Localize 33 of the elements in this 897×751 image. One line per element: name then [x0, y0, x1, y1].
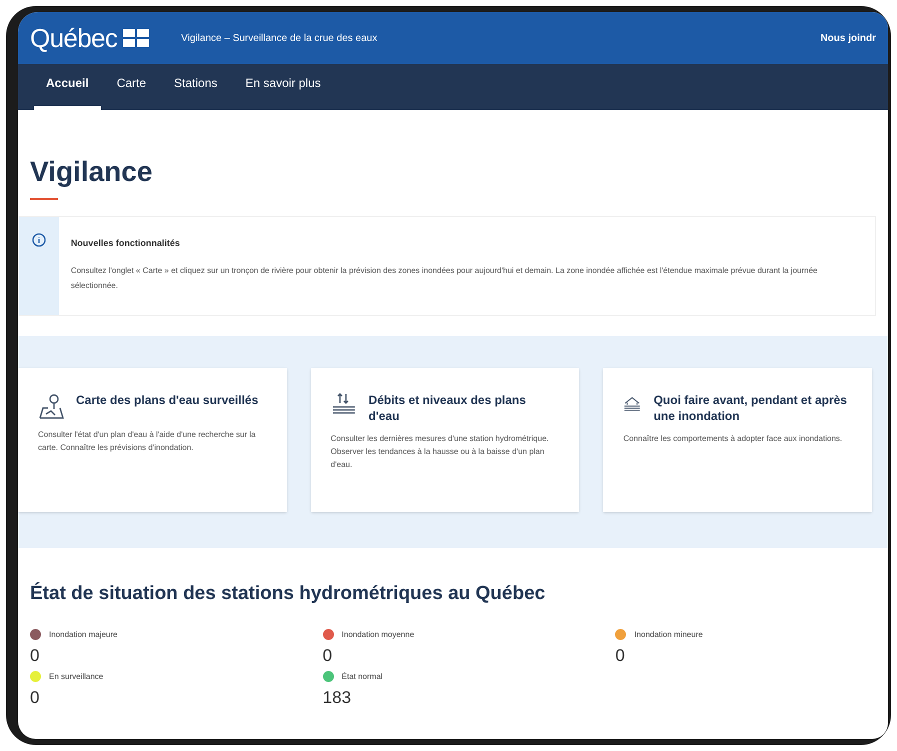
quebec-logo[interactable]: Québec — [30, 18, 118, 58]
status-label: Inondation majeure — [49, 628, 118, 640]
nav-tab[interactable]: Carte — [104, 66, 158, 110]
notice-title: Nouvelles fonctionnalités — [70, 237, 181, 250]
notice-text: Consultez l'onglet « Carte » et cliquez sur un tronçon de rivière pour obtenir la prévision des zones inondées pour aujourd'hui et demain. La zone inondée affichée est l'étendue maximale prévue durant la journée sélectionnée. — [70, 264, 818, 292]
card-title: Quoi faire avant, pendant et après une inondation — [654, 392, 848, 424]
card-text: Consulter les dernières mesures d'une station hydrométrique. Observer les tendances à la hausse ou à la baisse d'un plan d'eau. — [330, 433, 550, 471]
card-title: Débits et niveaux des plans d'eau — [368, 392, 527, 424]
nav-tab[interactable]: En savoir plus — [233, 66, 333, 110]
page-title: Vigilance — [30, 158, 154, 186]
status-label: État normal — [342, 670, 383, 682]
status-count: 183 — [322, 686, 352, 708]
link-card[interactable]: Débits et niveaux des plans d'eau Consulter les dernières mesures d'une station hydrométrique. Observer les tendances à la hausse ou à la baisse d'un plan d'eau. — [310, 368, 580, 512]
info-icon — [32, 233, 46, 247]
link-card[interactable]: Carte des plans d'eau surveillés Consulter l'état d'un plan d'eau à l'aide d'une recherche sur la carte. Connaître les prévisions d'inondation. — [18, 368, 287, 512]
status-count: 0 — [30, 644, 40, 666]
card-text: Connaître les comportements à adopter face aux inondations. — [623, 433, 844, 445]
nav-tab[interactable]: Stations — [162, 66, 230, 110]
water-level-icon — [330, 392, 357, 416]
status-label: Inondation moyenne — [342, 628, 414, 640]
status-count: 0 — [615, 644, 626, 666]
status-count: 0 — [30, 686, 40, 708]
map-pin-icon — [38, 392, 64, 420]
contact-link[interactable]: Nous joindr — [820, 30, 876, 46]
link-card[interactable]: Quoi faire avant, pendant et après une inondation Connaître les comportements à adopter face aux inondations. — [603, 368, 872, 512]
nav-tab[interactable]: Accueil — [34, 66, 101, 110]
card-text: Consulter l'état d'un plan d'eau à l'aide d'une recherche sur la carte. Connaître les prévisions d'inondation. — [38, 429, 257, 454]
status-count: 0 — [322, 644, 334, 666]
site-title: Vigilance – Surveillance de la crue des eaux — [181, 32, 378, 46]
status-label: Inondation mineure — [634, 628, 703, 640]
status-label: En surveillance — [49, 670, 104, 682]
stations-heading: État de situation des stations hydrométriques au Québec — [30, 581, 546, 606]
card-title: Carte des plans d'eau surveillés — [76, 392, 258, 408]
